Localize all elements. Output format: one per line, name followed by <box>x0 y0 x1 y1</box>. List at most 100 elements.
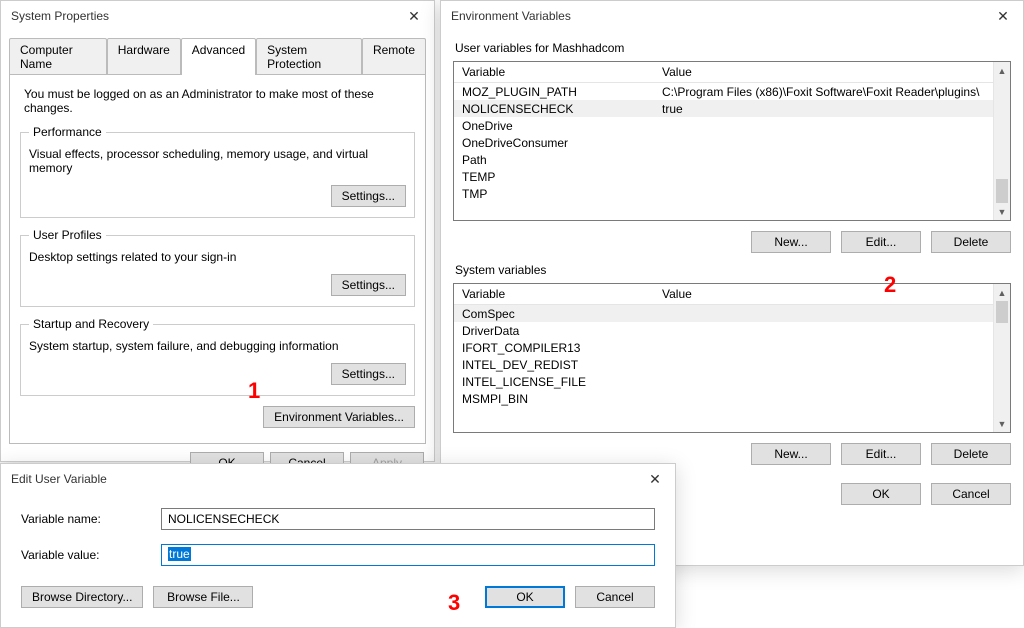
cell-value <box>654 398 993 400</box>
startup-settings-button[interactable]: Settings... <box>331 363 406 385</box>
table-row[interactable]: IFORT_COMPILER13 <box>454 339 993 356</box>
system-edit-button[interactable]: Edit... <box>841 443 921 465</box>
table-row[interactable]: OneDriveConsumer <box>454 134 993 151</box>
variable-name-label: Variable name: <box>21 512 161 526</box>
scroll-thumb[interactable] <box>996 179 1008 203</box>
variable-value-label: Variable value: <box>21 548 161 562</box>
column-header-value[interactable]: Value <box>654 284 993 304</box>
scroll-down-icon[interactable]: ▼ <box>994 203 1010 220</box>
tabstrip: Computer Name Hardware Advanced System P… <box>1 31 434 74</box>
tab-hardware[interactable]: Hardware <box>107 38 181 75</box>
user-profiles-text: Desktop settings related to your sign-in <box>29 250 406 264</box>
titlebar: Edit User Variable ✕ <box>1 464 675 494</box>
startup-text: System startup, system failure, and debu… <box>29 339 406 353</box>
cell-variable: DriverData <box>454 323 654 339</box>
cell-value <box>654 313 993 315</box>
cell-variable: OneDrive <box>454 118 654 134</box>
browse-directory-button[interactable]: Browse Directory... <box>21 586 143 608</box>
table-row[interactable]: TMP <box>454 185 993 202</box>
cell-variable: IFORT_COMPILER13 <box>454 340 654 356</box>
scroll-thumb[interactable] <box>996 301 1008 323</box>
performance-group: Performance Visual effects, processor sc… <box>20 125 415 218</box>
titlebar: Environment Variables ✕ <box>441 1 1023 31</box>
cancel-button[interactable]: Cancel <box>931 483 1011 505</box>
performance-text: Visual effects, processor scheduling, me… <box>29 147 406 175</box>
cell-value <box>654 381 993 383</box>
variable-name-input[interactable] <box>161 508 655 530</box>
user-vars-listview[interactable]: Variable Value MOZ_PLUGIN_PATHC:\Program… <box>453 61 1011 221</box>
user-edit-button[interactable]: Edit... <box>841 231 921 253</box>
system-vars-listview[interactable]: Variable Value ComSpecDriverDataIFORT_CO… <box>453 283 1011 433</box>
cell-variable: INTEL_LICENSE_FILE <box>454 374 654 390</box>
cancel-button[interactable]: Cancel <box>575 586 655 608</box>
user-profiles-settings-button[interactable]: Settings... <box>331 274 406 296</box>
system-delete-button[interactable]: Delete <box>931 443 1011 465</box>
callout-3: 3 <box>448 590 460 616</box>
column-header-variable[interactable]: Variable <box>454 284 654 304</box>
system-properties-window: System Properties ✕ Computer Name Hardwa… <box>0 0 435 462</box>
cell-variable: ComSpec <box>454 306 654 322</box>
cell-value <box>654 159 993 161</box>
window-title: Edit User Variable <box>11 472 107 486</box>
column-header-value[interactable]: Value <box>654 62 993 82</box>
scrollbar[interactable]: ▲ ▼ <box>993 284 1010 432</box>
performance-legend: Performance <box>29 125 106 139</box>
tab-system-protection[interactable]: System Protection <box>256 38 362 75</box>
browse-file-button[interactable]: Browse File... <box>153 586 253 608</box>
cell-value <box>654 125 993 127</box>
cell-variable: OneDriveConsumer <box>454 135 654 151</box>
cell-variable: NOLICENSECHECK <box>454 101 654 117</box>
close-icon: ✕ <box>649 471 661 488</box>
system-vars-label: System variables <box>455 263 1009 277</box>
table-row[interactable]: MSMPI_BIN <box>454 390 993 407</box>
table-row[interactable]: MOZ_PLUGIN_PATHC:\Program Files (x86)\Fo… <box>454 83 993 100</box>
table-row[interactable]: OneDrive <box>454 117 993 134</box>
user-profiles-group: User Profiles Desktop settings related t… <box>20 228 415 307</box>
close-button[interactable]: ✕ <box>394 1 434 31</box>
close-button[interactable]: ✕ <box>983 1 1023 31</box>
cell-variable: MSMPI_BIN <box>454 391 654 407</box>
performance-settings-button[interactable]: Settings... <box>331 185 406 207</box>
titlebar: System Properties ✕ <box>1 1 434 31</box>
cell-variable: TMP <box>454 186 654 202</box>
column-header-variable[interactable]: Variable <box>454 62 654 82</box>
close-icon: ✕ <box>408 8 420 25</box>
scrollbar[interactable]: ▲ ▼ <box>993 62 1010 220</box>
table-row[interactable]: TEMP <box>454 168 993 185</box>
table-row[interactable]: INTEL_LICENSE_FILE <box>454 373 993 390</box>
cell-value <box>654 193 993 195</box>
selected-text: true <box>168 547 191 561</box>
startup-recovery-group: Startup and Recovery System startup, sys… <box>20 317 415 396</box>
cell-variable: INTEL_DEV_REDIST <box>454 357 654 373</box>
table-row[interactable]: Path <box>454 151 993 168</box>
table-row[interactable]: INTEL_DEV_REDIST <box>454 356 993 373</box>
scroll-up-icon[interactable]: ▲ <box>994 62 1010 79</box>
environment-variables-button[interactable]: Environment Variables... <box>263 406 415 428</box>
tab-computer-name[interactable]: Computer Name <box>9 38 107 75</box>
close-icon: ✕ <box>997 8 1009 25</box>
tab-advanced[interactable]: Advanced <box>181 38 256 75</box>
user-new-button[interactable]: New... <box>751 231 831 253</box>
system-new-button[interactable]: New... <box>751 443 831 465</box>
user-delete-button[interactable]: Delete <box>931 231 1011 253</box>
edit-user-variable-dialog: Edit User Variable ✕ Variable name: Vari… <box>0 463 676 628</box>
table-row[interactable]: DriverData <box>454 322 993 339</box>
scroll-up-icon[interactable]: ▲ <box>994 284 1010 301</box>
system-vars-section: System variables Variable Value ComSpecD… <box>453 263 1011 465</box>
user-vars-label: User variables for Mashhadcom <box>455 41 1009 55</box>
ok-button[interactable]: OK <box>841 483 921 505</box>
scroll-down-icon[interactable]: ▼ <box>994 415 1010 432</box>
tab-remote[interactable]: Remote <box>362 38 426 75</box>
table-row[interactable]: NOLICENSECHECKtrue <box>454 100 993 117</box>
window-title: System Properties <box>11 9 109 23</box>
cell-value <box>654 176 993 178</box>
table-row[interactable]: ComSpec <box>454 305 993 322</box>
cell-value <box>654 330 993 332</box>
variable-value-input[interactable]: true <box>161 544 655 566</box>
close-button[interactable]: ✕ <box>635 464 675 494</box>
callout-2: 2 <box>884 272 896 298</box>
cell-value <box>654 364 993 366</box>
callout-1: 1 <box>248 378 260 404</box>
ok-button[interactable]: OK <box>485 586 565 608</box>
startup-legend: Startup and Recovery <box>29 317 153 331</box>
